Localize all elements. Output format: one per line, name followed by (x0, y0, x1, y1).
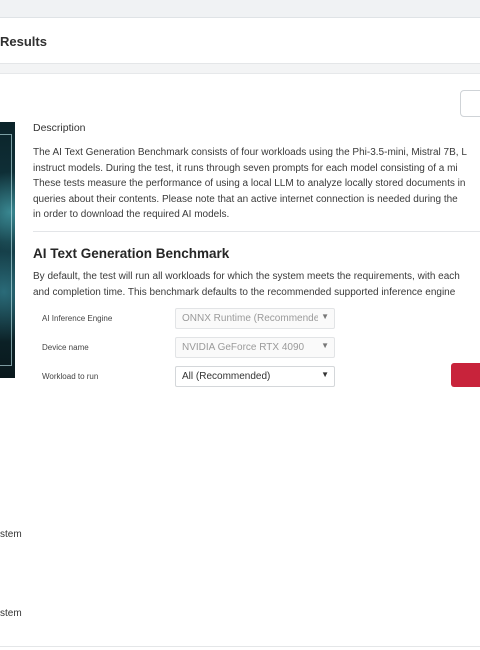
bottom-divider (0, 646, 480, 647)
benchmark-line: and completion time. This benchmark defa… (33, 286, 456, 298)
engine-select[interactable]: ONNX Runtime (Recommende ▼ (175, 308, 335, 329)
benchmark-thumbnail (0, 122, 15, 378)
window-top-bar (0, 0, 480, 18)
device-label: Device name (42, 343, 89, 352)
chevron-down-icon: ▼ (321, 370, 329, 379)
description-text: The AI Text Generation Benchmark consist… (33, 145, 480, 223)
benchmark-title: AI Text Generation Benchmark (33, 246, 230, 261)
device-select-value: NVIDIA GeForce RTX 4090 (182, 342, 305, 353)
description-line: The AI Text Generation Benchmark consist… (33, 147, 467, 158)
side-list-item[interactable]: stem (0, 529, 22, 540)
thumbnail-frame (0, 134, 12, 366)
device-select[interactable]: NVIDIA GeForce RTX 4090 ▼ (175, 337, 335, 358)
workload-select-value: All (Recommended) (182, 371, 271, 382)
workload-label: Workload to run (42, 372, 99, 381)
description-heading: Description (33, 122, 86, 134)
side-list-item[interactable]: stem (0, 608, 22, 619)
header-separator-band (0, 64, 480, 74)
engine-select-value: ONNX Runtime (Recommende (182, 313, 318, 324)
description-line: instruct models. During the test, it run… (33, 162, 458, 174)
chevron-down-icon: ▼ (321, 341, 329, 350)
description-line: in order to download the required AI mod… (33, 209, 230, 220)
workload-select[interactable]: All (Recommended) ▼ (175, 366, 335, 387)
chevron-down-icon: ▼ (321, 312, 329, 321)
benchmark-line: By default, the test will run all worklo… (33, 271, 460, 282)
engine-label: AI Inference Engine (42, 314, 113, 323)
description-line: These tests measure the performance of u… (33, 178, 466, 189)
description-line: queries about their contents. Please not… (33, 193, 458, 205)
run-benchmark-button[interactable] (451, 363, 480, 387)
section-divider (33, 231, 480, 232)
top-right-button[interactable] (460, 90, 480, 117)
results-header: Results (0, 18, 480, 64)
page-title: Results (0, 34, 47, 49)
benchmark-text: By default, the test will run all worklo… (33, 269, 480, 300)
